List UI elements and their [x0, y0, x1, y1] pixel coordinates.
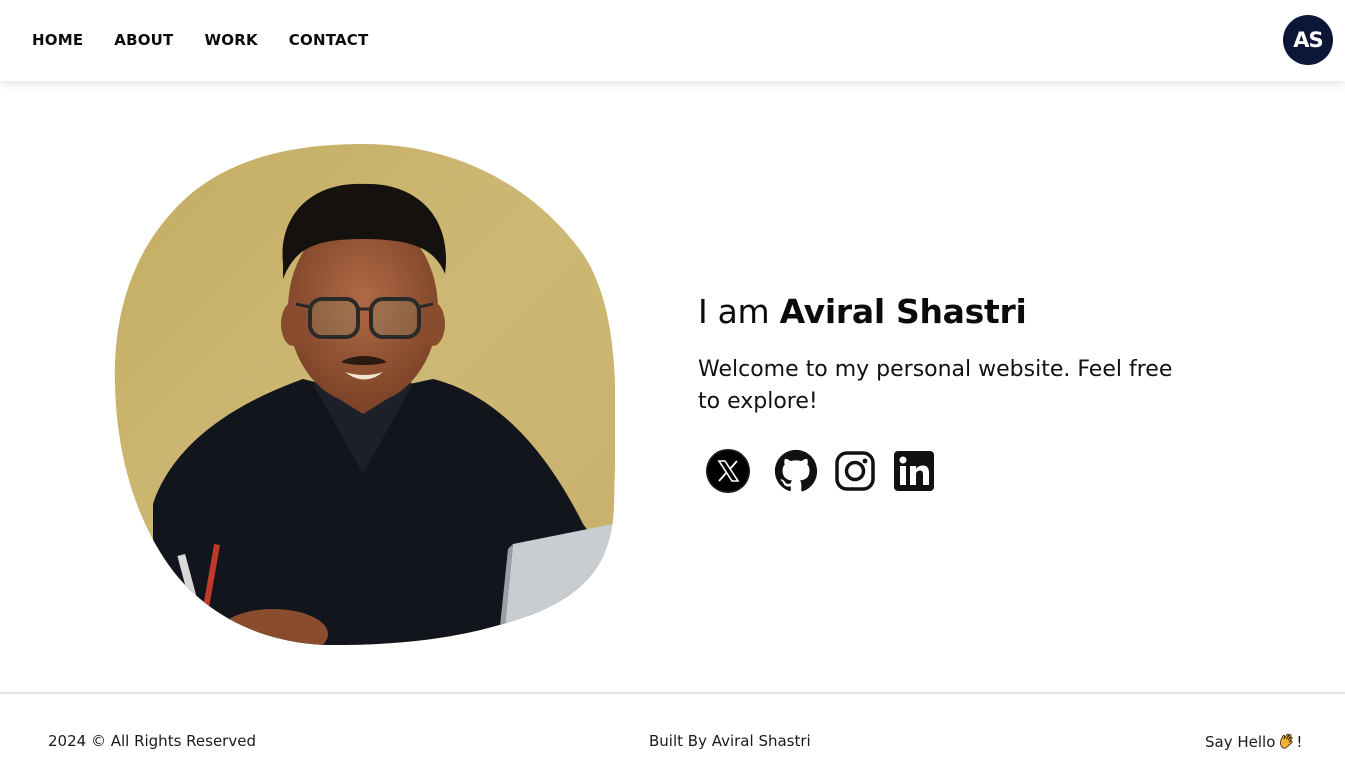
instagram-icon[interactable]: [834, 450, 876, 492]
social-links: [705, 448, 935, 494]
logo-text: AS: [1293, 28, 1323, 52]
hero-subtitle: Welcome to my personal website. Feel fre…: [698, 357, 1173, 414]
waving-hand-icon: [1280, 733, 1294, 749]
nav-link-about[interactable]: ABOUT: [114, 31, 173, 49]
say-hello-text: Say Hello: [1205, 733, 1276, 751]
navbar: HOME ABOUT WORK CONTACT AS: [0, 0, 1345, 81]
profile-photo: [114, 144, 615, 645]
hero-title: I am Aviral Shastri: [698, 290, 1218, 334]
nav-links: HOME ABOUT WORK CONTACT: [32, 31, 399, 49]
nav-link-contact[interactable]: CONTACT: [289, 31, 369, 49]
nav-link-work[interactable]: WORK: [205, 31, 258, 49]
github-icon[interactable]: [774, 449, 818, 493]
hero-greeting: I am: [698, 292, 780, 331]
say-hello-suffix: !: [1296, 733, 1303, 751]
x-icon[interactable]: [705, 448, 751, 494]
footer-built-by: Built By Aviral Shastri: [649, 732, 811, 750]
footer-copyright: 2024 © All Rights Reserved: [48, 732, 256, 750]
nav-link-home[interactable]: HOME: [32, 31, 83, 49]
footer: 2024 © All Rights Reserved Built By Avir…: [0, 692, 1345, 767]
logo-badge[interactable]: AS: [1283, 15, 1333, 65]
footer-say-hello[interactable]: Say Hello !: [1205, 732, 1302, 751]
linkedin-icon[interactable]: [893, 450, 935, 492]
hero-name: Aviral Shastri: [779, 292, 1027, 331]
hero-text: I am Aviral Shastri Welcome to my person…: [698, 290, 1218, 418]
